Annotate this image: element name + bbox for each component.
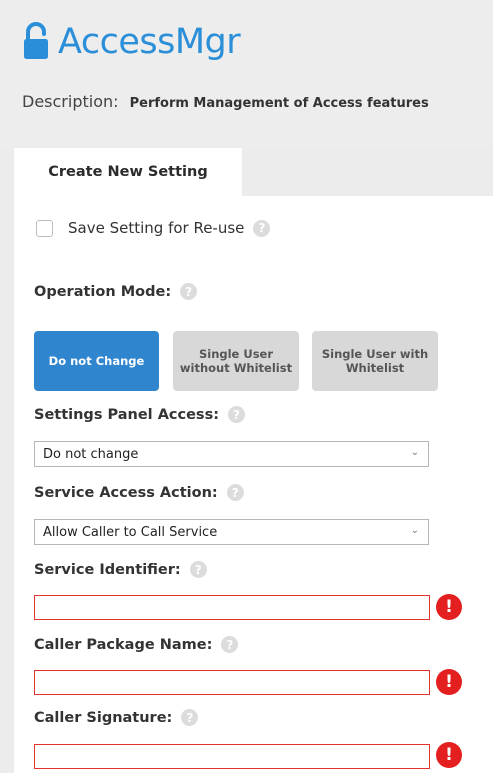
operation-mode-label-row: Operation Mode: ?	[34, 283, 198, 300]
service-identifier-input[interactable]	[34, 595, 430, 620]
save-setting-checkbox[interactable]	[36, 219, 53, 237]
tab-create-new-setting[interactable]: Create New Setting	[14, 148, 242, 196]
service-identifier-label: Service Identifier:	[34, 561, 181, 578]
mode-single-user-without-whitelist-button[interactable]: Single User without Whitelist	[173, 331, 299, 391]
mode-single-user-with-whitelist-button[interactable]: Single User with Whitelist	[312, 331, 438, 391]
error-icon: !	[436, 669, 462, 695]
app-logo: AccessMgr	[22, 22, 241, 62]
help-icon[interactable]: ?	[226, 484, 244, 501]
service-access-action-label-row: Service Access Action: ?	[34, 484, 244, 501]
caller-signature-label-row: Caller Signature: ?	[34, 709, 199, 726]
app-header: AccessMgr Description: Perform Managemen…	[0, 0, 493, 148]
help-icon[interactable]: ?	[221, 636, 239, 653]
settings-panel-access-value: Do not change	[43, 446, 139, 462]
help-icon[interactable]: ?	[180, 283, 198, 300]
settings-form-panel: Save Setting for Re-use ? Operation Mode…	[14, 196, 493, 773]
service-access-action-value: Allow Caller to Call Service	[43, 524, 218, 540]
operation-mode-label: Operation Mode:	[34, 283, 172, 300]
settings-panel-access-label-row: Settings Panel Access: ?	[34, 406, 245, 423]
app-title: AccessMgr	[58, 22, 241, 62]
settings-panel-access-label: Settings Panel Access:	[34, 406, 219, 423]
caller-package-name-label-row: Caller Package Name: ?	[34, 636, 239, 653]
help-icon[interactable]: ?	[181, 709, 199, 726]
help-icon[interactable]: ?	[253, 219, 271, 237]
help-icon[interactable]: ?	[189, 561, 207, 578]
caller-signature-input[interactable]	[34, 744, 430, 769]
save-setting-row: Save Setting for Re-use ?	[36, 219, 271, 237]
caller-package-name-label: Caller Package Name:	[34, 636, 213, 653]
description-value: Perform Management of Access features	[129, 96, 429, 111]
description: Description: Perform Management of Acces…	[22, 92, 429, 111]
caller-package-name-input[interactable]	[34, 670, 430, 695]
service-identifier-label-row: Service Identifier: ?	[34, 561, 207, 578]
description-label: Description:	[22, 92, 119, 111]
unlock-icon	[22, 22, 50, 62]
caller-signature-label: Caller Signature:	[34, 709, 173, 726]
service-access-action-select[interactable]: Allow Caller to Call Service ⌄	[34, 519, 429, 545]
error-icon: !	[436, 742, 462, 768]
service-access-action-label: Service Access Action:	[34, 484, 218, 501]
help-icon[interactable]: ?	[228, 406, 245, 423]
save-setting-label[interactable]: Save Setting for Re-use	[68, 219, 244, 237]
chevron-down-icon: ⌄	[410, 525, 419, 536]
mode-do-not-change-button[interactable]: Do not Change	[34, 331, 159, 391]
chevron-down-icon: ⌄	[410, 447, 419, 458]
error-icon: !	[436, 594, 462, 620]
settings-panel-access-select[interactable]: Do not change ⌄	[34, 441, 429, 467]
